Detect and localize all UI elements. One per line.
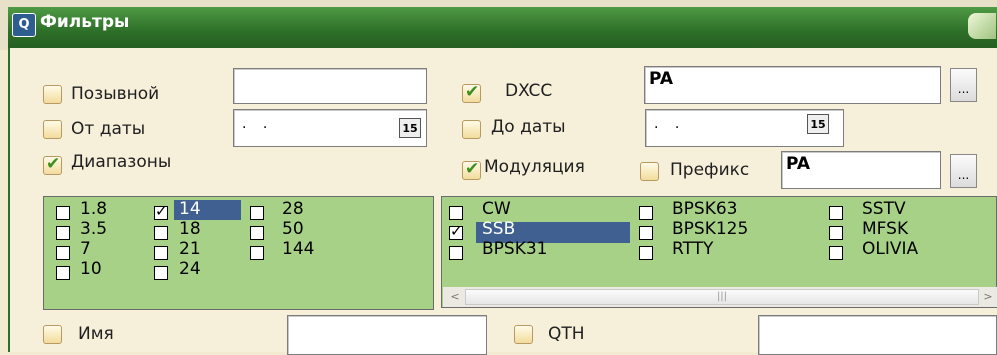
mode-bpsk31-checkbox[interactable] bbox=[449, 246, 463, 260]
band-50-label: 50 bbox=[282, 219, 304, 239]
dxcc-browse-button[interactable]: ... bbox=[950, 68, 977, 102]
bands-label: Диапазоны bbox=[71, 152, 172, 172]
band-14-label: 14 bbox=[179, 199, 201, 219]
prefix-browse-button[interactable]: ... bbox=[950, 154, 977, 188]
window-control-button[interactable] bbox=[968, 13, 996, 39]
name-input[interactable] bbox=[287, 315, 487, 355]
mode-bpsk125-label: BPSK125 bbox=[672, 219, 749, 239]
modulation-label: Модуляция bbox=[484, 157, 585, 177]
filters-window: Q Фильтры Позывной DXCC PA ... От даты .… bbox=[0, 0, 997, 355]
mode-olivia-checkbox[interactable] bbox=[829, 246, 843, 260]
qth-input[interactable] bbox=[758, 315, 997, 355]
band-14-checkbox[interactable] bbox=[154, 202, 168, 220]
band-1.8-label: 1.8 bbox=[80, 199, 108, 219]
mode-ssb-label: SSB bbox=[482, 219, 516, 239]
band-7-label: 7 bbox=[80, 239, 91, 259]
title-bar-fill bbox=[8, 7, 997, 48]
band-21-label: 21 bbox=[179, 239, 201, 259]
mode-bpsk125-checkbox[interactable] bbox=[639, 226, 653, 240]
band-3.5-checkbox[interactable] bbox=[56, 226, 70, 240]
qth-label: QTH bbox=[548, 324, 585, 344]
band-144-label: 144 bbox=[282, 239, 315, 259]
mode-bpsk63-checkbox[interactable] bbox=[639, 206, 653, 220]
band-24-checkbox[interactable] bbox=[154, 266, 168, 280]
band-10-checkbox[interactable] bbox=[56, 266, 70, 280]
prefix-input[interactable]: PA bbox=[781, 151, 941, 189]
date-from-value: . . bbox=[242, 116, 274, 132]
band-3.5-label: 3.5 bbox=[80, 219, 108, 239]
mode-bpsk31-label: BPSK31 bbox=[482, 239, 548, 259]
mode-sstv-label: SSTV bbox=[862, 199, 906, 219]
date-to-value: . . bbox=[654, 116, 686, 132]
prefix-checkbox[interactable] bbox=[640, 162, 659, 181]
mode-rtty-label: RTTY bbox=[672, 239, 714, 259]
band-10-label: 10 bbox=[80, 259, 102, 279]
mode-olivia-label: OLIVIA bbox=[862, 239, 919, 259]
date-to-label: До даты bbox=[491, 117, 566, 137]
date-to-calendar-icon[interactable]: 15 bbox=[807, 114, 829, 134]
prefix-value: PA bbox=[786, 154, 811, 174]
dxcc-label: DXCC bbox=[505, 81, 553, 101]
prefix-label: Префикс bbox=[670, 160, 750, 180]
mode-mfsk-checkbox[interactable] bbox=[829, 226, 843, 240]
modulation-checkbox[interactable] bbox=[462, 159, 481, 180]
mode-bpsk63-label: BPSK63 bbox=[672, 199, 738, 219]
band-50-checkbox[interactable] bbox=[250, 226, 264, 240]
bands-list: 1.8 3.5 7 10 14 18 21 24 28 50 144 bbox=[43, 196, 434, 310]
band-18-label: 18 bbox=[179, 219, 201, 239]
window-title: Фильтры bbox=[40, 12, 130, 32]
app-icon[interactable]: Q bbox=[12, 13, 36, 37]
date-from-input[interactable]: . . bbox=[233, 109, 427, 147]
date-from-calendar-icon[interactable]: 15 bbox=[399, 118, 421, 138]
mode-rtty-checkbox[interactable] bbox=[639, 246, 653, 260]
modes-horizontal-scrollbar[interactable]: < ||| > bbox=[443, 287, 997, 307]
bands-checkbox[interactable] bbox=[43, 154, 62, 175]
callsign-checkbox[interactable] bbox=[43, 85, 62, 104]
dxcc-input[interactable]: PA bbox=[644, 66, 941, 104]
band-28-checkbox[interactable] bbox=[250, 206, 264, 220]
band-1.8-checkbox[interactable] bbox=[56, 206, 70, 220]
band-144-checkbox[interactable] bbox=[250, 246, 264, 260]
dxcc-value: PA bbox=[649, 69, 674, 89]
scroll-thumb[interactable]: ||| bbox=[465, 289, 979, 305]
qth-checkbox[interactable] bbox=[514, 325, 533, 344]
callsign-label: Позывной bbox=[71, 84, 160, 104]
band-21-checkbox[interactable] bbox=[154, 246, 168, 260]
name-checkbox[interactable] bbox=[43, 325, 62, 344]
mode-mfsk-label: MFSK bbox=[862, 219, 909, 239]
scroll-left-arrow-icon[interactable]: < bbox=[446, 287, 464, 307]
mode-ssb-checkbox[interactable] bbox=[449, 222, 463, 240]
callsign-input[interactable] bbox=[233, 68, 427, 104]
band-18-checkbox[interactable] bbox=[154, 226, 168, 240]
mode-cw-label: CW bbox=[482, 199, 511, 219]
band-7-checkbox[interactable] bbox=[56, 246, 70, 260]
mode-cw-checkbox[interactable] bbox=[449, 206, 463, 220]
date-from-checkbox[interactable] bbox=[43, 120, 62, 139]
title-bar: Q Фильтры bbox=[0, 0, 997, 50]
band-24-label: 24 bbox=[179, 259, 201, 279]
date-from-label: От даты bbox=[71, 119, 146, 139]
mode-sstv-checkbox[interactable] bbox=[829, 206, 843, 220]
name-label: Имя bbox=[78, 324, 114, 344]
dxcc-checkbox[interactable] bbox=[462, 82, 481, 103]
scroll-right-arrow-icon[interactable]: > bbox=[979, 287, 997, 307]
band-28-label: 28 bbox=[282, 199, 304, 219]
date-to-checkbox[interactable] bbox=[462, 120, 481, 139]
